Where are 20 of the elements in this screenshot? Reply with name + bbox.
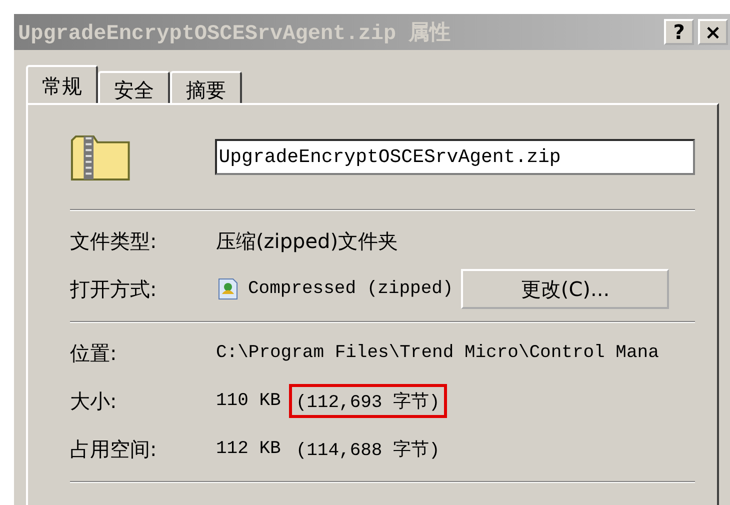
property-label: 打开方式: xyxy=(70,276,158,302)
property-label: 文件类型: xyxy=(70,228,158,254)
tab[interactable]: 摘要 xyxy=(170,71,242,103)
title-bar-button[interactable]: ? xyxy=(664,19,694,45)
property-value: C:\Program Files\Trend Micro\Control Mana xyxy=(216,343,659,363)
property-value: 112 KB xyxy=(216,439,281,459)
property-label: 位置: xyxy=(70,340,118,366)
file-name-field[interactable]: UpgradeEncryptOSCESrvAgent.zip xyxy=(214,139,695,175)
app-icon xyxy=(216,277,240,301)
property-label: 大小: xyxy=(70,388,118,414)
property-value: 压缩(zipped)文件夹 xyxy=(216,228,398,254)
property-label: 占用空间: xyxy=(70,436,158,462)
byte-count: (114,688 字节) xyxy=(294,438,441,463)
change-button[interactable]: 更改(C)... xyxy=(461,269,670,309)
highlighted-byte-count: (112,693 字节) xyxy=(288,384,447,418)
property-value: 110 KB xyxy=(216,391,281,411)
title-bar-button[interactable]: × xyxy=(698,19,728,45)
property-value: Compressed (zipped) xyxy=(248,279,454,299)
tab[interactable]: 常规 xyxy=(26,65,98,103)
tab[interactable]: 安全 xyxy=(98,71,170,103)
